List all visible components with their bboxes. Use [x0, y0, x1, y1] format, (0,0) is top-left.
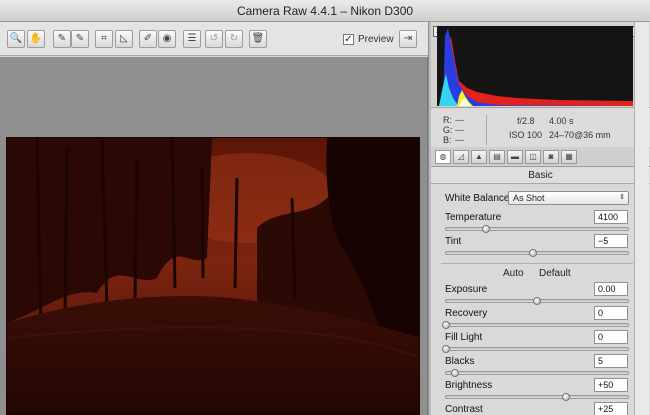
preview-label: Preview: [358, 33, 394, 45]
g-readout: G: ---: [443, 125, 464, 135]
recovery-slider-track[interactable]: [442, 321, 629, 329]
tab-hsl[interactable]: ▤: [489, 150, 505, 164]
tab-camera-calibration[interactable]: ◙: [543, 150, 559, 164]
tab-lens-corrections[interactable]: ◫: [525, 150, 541, 164]
blacks-slider-thumb[interactable]: [451, 369, 460, 377]
zoom-icon[interactable]: 🔍: [7, 30, 25, 48]
straighten-icon[interactable]: ◺: [115, 30, 133, 48]
adjustment-panel: ▲ ▲ R:--- G:--- B:---: [431, 22, 650, 415]
white-balance-label: White Balance:: [445, 192, 513, 204]
image-preview-area: [0, 57, 428, 415]
brightness-slider-track[interactable]: [445, 393, 629, 401]
white-balance-icon[interactable]: ✎: [53, 30, 71, 48]
tab-presets[interactable]: ▦: [561, 150, 577, 164]
iso: ISO 100: [509, 130, 543, 140]
blacks-value-field[interactable]: 5: [594, 354, 628, 368]
histogram-plot: [437, 28, 633, 106]
rotate-right-icon[interactable]: ↻: [225, 30, 243, 48]
histogram-graph: [437, 26, 633, 106]
histogram-section: ▲ ▲: [431, 22, 650, 108]
color-sampler-icon[interactable]: ✎: [71, 30, 89, 48]
preview-toggle[interactable]: ✓ Preview: [343, 31, 394, 47]
section-divider: [441, 263, 633, 264]
info-separator: [486, 115, 487, 145]
basic-section-title: Basic: [431, 168, 650, 184]
white-balance-select[interactable]: As Shot ⇕: [508, 191, 629, 205]
rotate-left-icon[interactable]: ↺: [205, 30, 223, 48]
select-arrows-icon: ⇕: [619, 194, 625, 201]
camera-raw-window: Camera Raw 4.4.1 – Nikon D300 ✓ Preview …: [0, 0, 650, 415]
panel-tabs: ◍ ◿ ▲ ▤ ▬ ◫ ◙ ▦: [431, 147, 650, 167]
tab-split-toning[interactable]: ▬: [507, 150, 523, 164]
shutter-speed: 4.00 s: [549, 116, 574, 126]
tab-detail[interactable]: ▲: [471, 150, 487, 164]
tab-basic[interactable]: ◍: [435, 150, 451, 164]
brightness-label: Brightness: [445, 380, 493, 391]
b-readout: B: ---: [443, 135, 464, 145]
exposure-value-field[interactable]: 0.00: [594, 282, 628, 296]
r-readout: R: ---: [443, 115, 464, 125]
tab-tone-curve[interactable]: ◿: [453, 150, 469, 164]
temperature-slider-thumb[interactable]: [482, 225, 491, 233]
tint-slider-thumb[interactable]: [529, 249, 538, 257]
fill-light-slider-thumb[interactable]: [442, 345, 450, 353]
temperature-label: Temperature: [445, 212, 502, 223]
fill-light-value-field[interactable]: 0: [594, 330, 628, 344]
temperature-slider-track[interactable]: [445, 225, 629, 233]
tint-label: Tint: [445, 236, 462, 247]
hand-icon[interactable]: ✋: [27, 30, 45, 48]
panel-scrollbar[interactable]: [634, 22, 649, 415]
forest-photo: [7, 138, 419, 414]
contrast-value-field[interactable]: +25: [594, 402, 628, 415]
photo-preview[interactable]: [6, 137, 420, 415]
window-title: Camera Raw 4.4.1 – Nikon D300: [0, 0, 650, 22]
brightness-value-field[interactable]: +50: [594, 378, 628, 392]
retouch-icon[interactable]: ✐: [139, 30, 157, 48]
fill-light-label: Fill Light: [445, 332, 483, 343]
trash-icon[interactable]: 🗑: [249, 30, 267, 48]
toolbar: ✓ Preview ⇥ 🔍 ✋ ✎ ✎ ⌗ ◺ ✐ ◉ ☰ ↺ ↻ 🗑: [0, 22, 428, 56]
auto-default-row: Auto Default: [431, 268, 650, 282]
contrast-label: Contrast: [445, 404, 483, 415]
exposure-slider-track[interactable]: [445, 297, 629, 305]
recovery-slider-thumb[interactable]: [442, 321, 450, 329]
preview-checkbox[interactable]: ✓: [343, 33, 354, 45]
recovery-label: Recovery: [445, 308, 488, 319]
fill-light-slider-track[interactable]: [442, 345, 629, 353]
red-eye-icon[interactable]: ◉: [158, 30, 176, 48]
brightness-slider-thumb[interactable]: [562, 393, 571, 401]
preferences-icon[interactable]: ☰: [183, 30, 201, 48]
exposure-slider-thumb[interactable]: [533, 297, 541, 305]
default-button[interactable]: Default: [539, 268, 571, 279]
crop-icon[interactable]: ⌗: [95, 30, 113, 48]
recovery-value-field[interactable]: 0: [594, 306, 628, 320]
temperature-value-field[interactable]: 4100: [594, 210, 628, 224]
blacks-slider-track[interactable]: [445, 369, 629, 377]
tint-value-field[interactable]: −5: [594, 234, 628, 248]
tint-slider-track[interactable]: [445, 249, 629, 257]
white-balance-value: As Shot: [513, 193, 545, 203]
exposure-label: Exposure: [445, 284, 488, 295]
auto-button[interactable]: Auto: [503, 268, 524, 279]
fullscreen-icon[interactable]: ⇥: [399, 30, 417, 48]
blacks-label: Blacks: [445, 356, 475, 367]
lens: 24–70@36 mm: [549, 130, 611, 140]
aperture: f/2.8: [517, 116, 535, 126]
